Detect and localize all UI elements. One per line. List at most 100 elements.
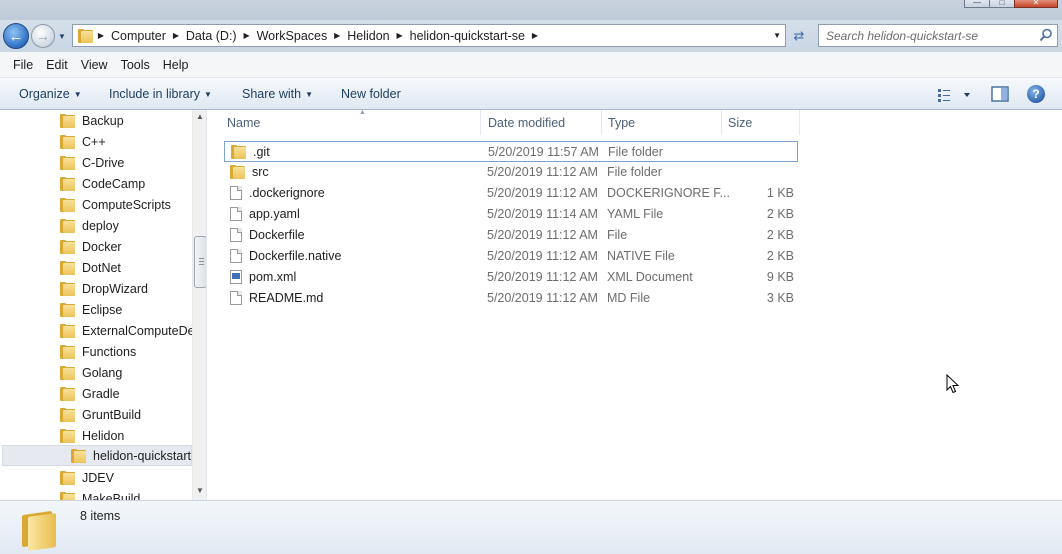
minimize-button[interactable]: — [964, 0, 990, 8]
file-name-cell: README.md [230, 291, 323, 305]
column-header-name[interactable]: Name ▲ [221, 109, 481, 135]
chevron-right-icon[interactable]: ▶ [168, 31, 184, 40]
chevron-right-icon[interactable]: ▶ [329, 31, 345, 40]
tree-item-gradle[interactable]: Gradle [0, 383, 192, 404]
tree-item-docker[interactable]: Docker [0, 236, 192, 257]
breadcrumb-data-drive[interactable]: Data (D:) [184, 29, 239, 43]
column-header-size[interactable]: Size [722, 110, 800, 135]
tree-item-deploy[interactable]: deploy [0, 215, 192, 236]
tree-item-c-drive[interactable]: C-Drive [0, 152, 192, 173]
tree-item-dropwizard[interactable]: DropWizard [0, 278, 192, 299]
refresh-button[interactable]: ⇄ [788, 24, 810, 47]
close-button[interactable]: ✕ [1014, 0, 1058, 8]
file-type: File [607, 228, 628, 242]
tree-item-dotnet[interactable]: DotNet [0, 257, 192, 278]
tree-item-jdev[interactable]: JDEV [0, 467, 192, 488]
file-row[interactable]: src 5/20/2019 11:12 AM File folder [224, 162, 798, 183]
file-name: .dockerignore [249, 186, 325, 200]
folder-icon [60, 197, 75, 212]
breadcrumb-helidon[interactable]: Helidon [345, 29, 391, 43]
file-row[interactable]: Dockerfile.native 5/20/2019 11:12 AM NAT… [224, 246, 798, 267]
column-header-date-modified[interactable]: Date modified [482, 110, 602, 135]
scroll-down-icon[interactable]: ▼ [196, 486, 204, 495]
search-box [818, 24, 1058, 47]
menu-bar: File Edit View Tools Help [0, 52, 1062, 78]
file-list: Name ▲ Date modified Type Size .git 5/20… [208, 109, 1062, 500]
tree-item-makebuild[interactable]: MakeBuild [0, 488, 192, 500]
change-view-icon[interactable] [936, 86, 974, 103]
breadcrumb-computer[interactable]: Computer [109, 29, 168, 43]
forward-arrow-icon: → [36, 28, 50, 44]
folder-icon [78, 28, 93, 43]
breadcrumb-helidon-quickstart-se[interactable]: helidon-quickstart-se [408, 29, 527, 43]
file-row[interactable]: .dockerignore 5/20/2019 11:12 AM DOCKERI… [224, 183, 798, 204]
folder-icon [60, 155, 75, 170]
maximize-button[interactable]: □ [989, 0, 1015, 8]
scrollbar-thumb[interactable] [194, 236, 206, 288]
tree-item-gruntbuild[interactable]: GruntBuild [0, 404, 192, 425]
organize-button[interactable]: Organize ▼ [19, 87, 82, 101]
menu-help[interactable]: Help [163, 58, 189, 72]
folder-icon [60, 176, 75, 191]
mouse-cursor-icon [946, 374, 960, 394]
preview-pane-icon[interactable] [991, 86, 1009, 102]
search-input[interactable] [819, 25, 1034, 46]
menu-tools[interactable]: Tools [121, 58, 150, 72]
folder-icon [71, 448, 86, 463]
chevron-right-icon[interactable]: ▶ [93, 31, 109, 40]
tree-item-golang[interactable]: Golang [0, 362, 192, 383]
help-button[interactable]: ? [1027, 85, 1045, 103]
sort-ascending-icon: ▲ [359, 109, 366, 116]
file-icon [230, 186, 242, 200]
chevron-right-icon[interactable]: ▶ [239, 31, 255, 40]
scroll-up-icon[interactable]: ▲ [196, 112, 204, 121]
file-name: pom.xml [249, 270, 297, 284]
share-with-button[interactable]: Share with ▼ [242, 87, 313, 101]
tree-item-cpp[interactable]: C++ [0, 131, 192, 152]
column-header-type[interactable]: Type [602, 110, 722, 135]
folder-icon [60, 218, 75, 233]
column-date-label: Date modified [488, 115, 566, 130]
file-row[interactable]: README.md 5/20/2019 11:12 AM MD File 3 K… [224, 288, 798, 309]
address-bar[interactable]: ▶ Computer ▶ Data (D:) ▶ WorkSpaces ▶ He… [72, 24, 786, 47]
folder-icon [60, 260, 75, 275]
chevron-down-icon: ▼ [204, 90, 212, 99]
file-size: 2 KB [766, 207, 794, 221]
recent-pages-dropdown[interactable]: ▼ [58, 32, 66, 41]
address-history-dropdown[interactable]: ▼ [773, 31, 781, 40]
tree-item-externalcompute[interactable]: ExternalComputeDer [0, 320, 192, 341]
breadcrumb-workspaces[interactable]: WorkSpaces [255, 29, 330, 43]
tree-item-backup[interactable]: Backup [0, 110, 192, 131]
chevron-right-icon[interactable]: ▶ [392, 31, 408, 40]
back-button[interactable]: ← [3, 23, 29, 49]
search-icon[interactable] [1039, 28, 1053, 42]
chevron-down-icon: ▼ [305, 90, 313, 99]
tree-item-functions[interactable]: Functions [0, 341, 192, 362]
forward-button[interactable]: → [31, 24, 55, 48]
tree-item-codecamp[interactable]: CodeCamp [0, 173, 192, 194]
share-with-label: Share with [242, 87, 302, 101]
tree-item-eclipse[interactable]: Eclipse [0, 299, 192, 320]
file-date: 5/20/2019 11:12 AM [487, 270, 598, 284]
tree-item-helidon-quickstart[interactable]: helidon-quickstart [2, 445, 192, 466]
tree-item-label: Eclipse [82, 302, 123, 317]
file-row[interactable]: app.yaml 5/20/2019 11:14 AM YAML File 2 … [224, 204, 798, 225]
new-folder-button[interactable]: New folder [341, 87, 401, 101]
menu-file[interactable]: File [13, 58, 33, 72]
include-in-library-button[interactable]: Include in library ▼ [109, 87, 212, 101]
tree-item-label: Helidon [82, 428, 125, 443]
folder-icon [60, 323, 75, 338]
file-size: 3 KB [766, 291, 794, 305]
tree-item-computescripts[interactable]: ComputeScripts [0, 194, 192, 215]
chevron-right-icon[interactable]: ▶ [527, 31, 543, 40]
title-bar: — □ ✕ [0, 0, 1062, 20]
file-row[interactable]: pom.xml 5/20/2019 11:12 AM XML Document … [224, 267, 798, 288]
file-name-cell: pom.xml [230, 270, 296, 284]
menu-view[interactable]: View [81, 58, 108, 72]
file-row[interactable]: Dockerfile 5/20/2019 11:12 AM File 2 KB [224, 225, 798, 246]
tree-item-helidon[interactable]: Helidon [0, 425, 192, 446]
menu-edit[interactable]: Edit [46, 58, 68, 72]
file-row[interactable]: .git 5/20/2019 11:57 AM File folder [224, 141, 798, 162]
folder-icon [60, 470, 75, 485]
nav-pane-scrollbar[interactable]: ▲ ▼ [192, 110, 206, 500]
